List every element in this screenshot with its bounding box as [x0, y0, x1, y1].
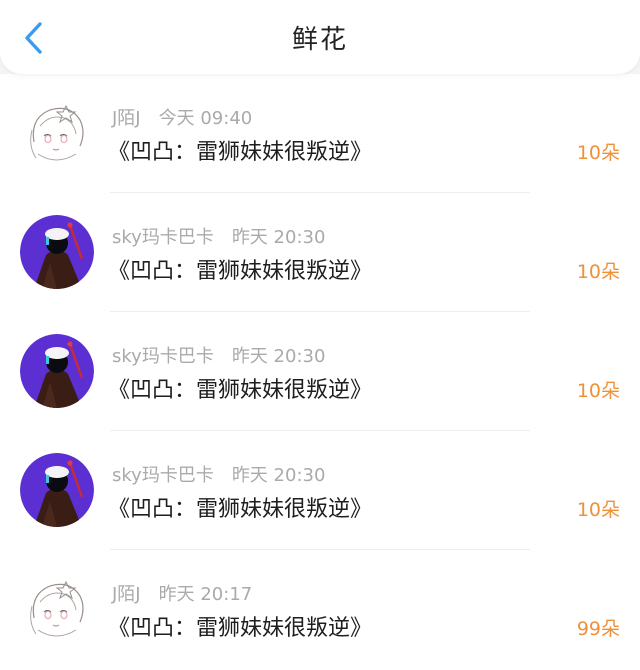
book-title[interactable]: 《凹凸：雷狮妹妹很叛逆》 [108, 610, 372, 642]
username[interactable]: sky玛卡巴卡 [112, 227, 214, 248]
list-item[interactable]: J陌J 今天 09:40 《凹凸：雷狮妹妹很叛逆》 10朵 [0, 74, 640, 193]
page-title: 鲜花 [291, 24, 348, 55]
avatar[interactable] [20, 96, 94, 170]
username[interactable]: sky玛卡巴卡 [112, 465, 214, 486]
flower-count: 10朵 [576, 380, 620, 402]
list-item[interactable]: sky玛卡巴卡 昨天 20:30 《凹凸：雷狮妹妹很叛逆》 10朵 [0, 431, 640, 550]
avatar[interactable] [20, 453, 94, 527]
book-title[interactable]: 《凹凸：雷狮妹妹很叛逆》 [108, 253, 372, 285]
top-bar: 鲜花 [0, 0, 640, 74]
purple-cloak-avatar-icon [20, 215, 94, 289]
record-meta: sky玛卡巴卡 昨天 20:30 [112, 342, 326, 367]
purple-cloak-avatar-icon [20, 453, 94, 527]
record-meta: sky玛卡巴卡 昨天 20:30 [112, 223, 326, 248]
timestamp: 昨天 20:17 [158, 584, 253, 605]
anime-sketch-avatar-icon [20, 96, 94, 170]
purple-cloak-avatar-icon [20, 334, 94, 408]
record-meta: sky玛卡巴卡 昨天 20:30 [112, 461, 326, 486]
flower-count: 99朵 [576, 618, 620, 640]
username[interactable]: J陌J [112, 108, 141, 129]
username[interactable]: sky玛卡巴卡 [112, 346, 214, 367]
avatar[interactable] [20, 572, 94, 646]
list-item[interactable]: J陌J 昨天 20:17 《凹凸：雷狮妹妹很叛逆》 99朵 [0, 550, 640, 669]
flower-count: 10朵 [576, 142, 620, 164]
timestamp: 昨天 20:30 [231, 346, 326, 367]
avatar[interactable] [20, 334, 94, 408]
avatar[interactable] [20, 215, 94, 289]
book-title[interactable]: 《凹凸：雷狮妹妹很叛逆》 [108, 491, 372, 523]
book-title[interactable]: 《凹凸：雷狮妹妹很叛逆》 [108, 134, 372, 166]
record-meta: J陌J 昨天 20:17 [112, 580, 253, 605]
timestamp: 昨天 20:30 [231, 227, 326, 248]
timestamp: 今天 09:40 [158, 108, 253, 129]
username[interactable]: J陌J [112, 584, 141, 605]
list-item[interactable]: sky玛卡巴卡 昨天 20:30 《凹凸：雷狮妹妹很叛逆》 10朵 [0, 193, 640, 312]
anime-sketch-avatar-icon [20, 572, 94, 646]
flower-count: 10朵 [576, 261, 620, 283]
timestamp: 昨天 20:30 [231, 465, 326, 486]
flower-record-list: J陌J 今天 09:40 《凹凸：雷狮妹妹很叛逆》 10朵 sky玛卡巴卡 昨天 2… [0, 74, 640, 670]
record-meta: J陌J 今天 09:40 [112, 104, 253, 129]
book-title[interactable]: 《凹凸：雷狮妹妹很叛逆》 [108, 372, 372, 404]
flower-count: 10朵 [576, 499, 620, 521]
list-item[interactable]: sky玛卡巴卡 昨天 20:30 《凹凸：雷狮妹妹很叛逆》 10朵 [0, 312, 640, 431]
